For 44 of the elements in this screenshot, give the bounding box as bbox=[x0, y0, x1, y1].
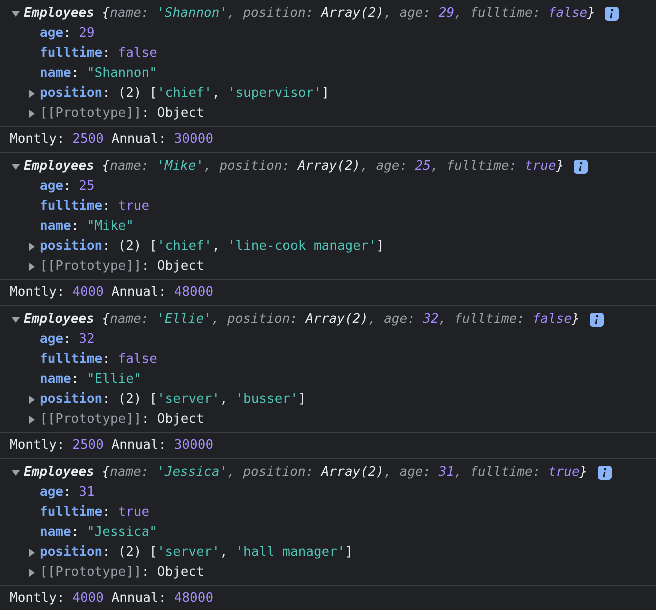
collapsed-triangle-icon[interactable] bbox=[28, 90, 36, 98]
property-line: name: "Mike" bbox=[40, 218, 134, 236]
collapsed-triangle-icon[interactable] bbox=[28, 416, 36, 424]
property-line[interactable]: position: (2) ['chief', 'supervisor'] bbox=[40, 84, 330, 104]
property-line[interactable]: [[Prototype]]: Object bbox=[40, 257, 204, 277]
console-message: Montly: 4000 Annual: 48000 bbox=[10, 284, 214, 302]
info-icon bbox=[598, 466, 612, 480]
collapsed-triangle-icon[interactable] bbox=[28, 243, 36, 251]
property-line: name: "Ellie" bbox=[40, 371, 142, 389]
expanded-triangle-icon[interactable] bbox=[12, 163, 20, 171]
property-line[interactable]: [[Prototype]]: Object bbox=[40, 563, 204, 583]
collapsed-triangle-icon[interactable] bbox=[28, 110, 36, 118]
console-message: Montly: 4000 Annual: 48000 bbox=[10, 590, 214, 608]
property-line: fulltime: false bbox=[40, 45, 158, 63]
collapsed-triangle-icon[interactable] bbox=[28, 263, 36, 271]
property-line: name: "Jessica" bbox=[40, 524, 158, 542]
property-line: fulltime: true bbox=[40, 198, 150, 216]
object-preview[interactable]: Employees {name: 'Jessica', position: Array(2), age: 31, fulltime: true} bbox=[24, 463, 588, 483]
property-line: age: 32 bbox=[40, 331, 95, 349]
object-preview[interactable]: Employees {name: 'Mike', position: Array(2), age: 25, fulltime: true} bbox=[24, 157, 564, 177]
collapsed-triangle-icon[interactable] bbox=[28, 569, 36, 577]
object-preview[interactable]: Employees {name: 'Shannon', position: Array(2), age: 29, fulltime: false} bbox=[24, 4, 596, 24]
property-line[interactable]: [[Prototype]]: Object bbox=[40, 104, 204, 124]
info-icon bbox=[590, 313, 604, 327]
expanded-triangle-icon[interactable] bbox=[12, 316, 20, 324]
property-line[interactable]: [[Prototype]]: Object bbox=[40, 410, 204, 430]
property-line: age: 31 bbox=[40, 484, 95, 502]
property-line: fulltime: true bbox=[40, 504, 150, 522]
property-line[interactable]: position: (2) ['server', 'hall manager'] bbox=[40, 543, 354, 563]
info-icon bbox=[574, 160, 588, 174]
console-message: Montly: 2500 Annual: 30000 bbox=[10, 130, 214, 148]
property-line: name: "Shannon" bbox=[40, 65, 158, 83]
property-line[interactable]: position: (2) ['server', 'busser'] bbox=[40, 390, 306, 410]
property-line: age: 25 bbox=[40, 178, 95, 196]
console-message: Montly: 2500 Annual: 30000 bbox=[10, 436, 214, 454]
property-line: age: 29 bbox=[40, 25, 95, 43]
object-preview[interactable]: Employees {name: 'Ellie', position: Array(2), age: 32, fulltime: false} bbox=[24, 310, 580, 330]
expanded-triangle-icon[interactable] bbox=[12, 10, 20, 18]
collapsed-triangle-icon[interactable] bbox=[28, 396, 36, 404]
info-icon bbox=[605, 7, 620, 21]
property-line: fulltime: false bbox=[40, 351, 158, 369]
expanded-triangle-icon[interactable] bbox=[12, 469, 20, 477]
property-line[interactable]: position: (2) ['chief', 'line-cook manager'] bbox=[40, 237, 384, 257]
collapsed-triangle-icon[interactable] bbox=[28, 549, 36, 557]
